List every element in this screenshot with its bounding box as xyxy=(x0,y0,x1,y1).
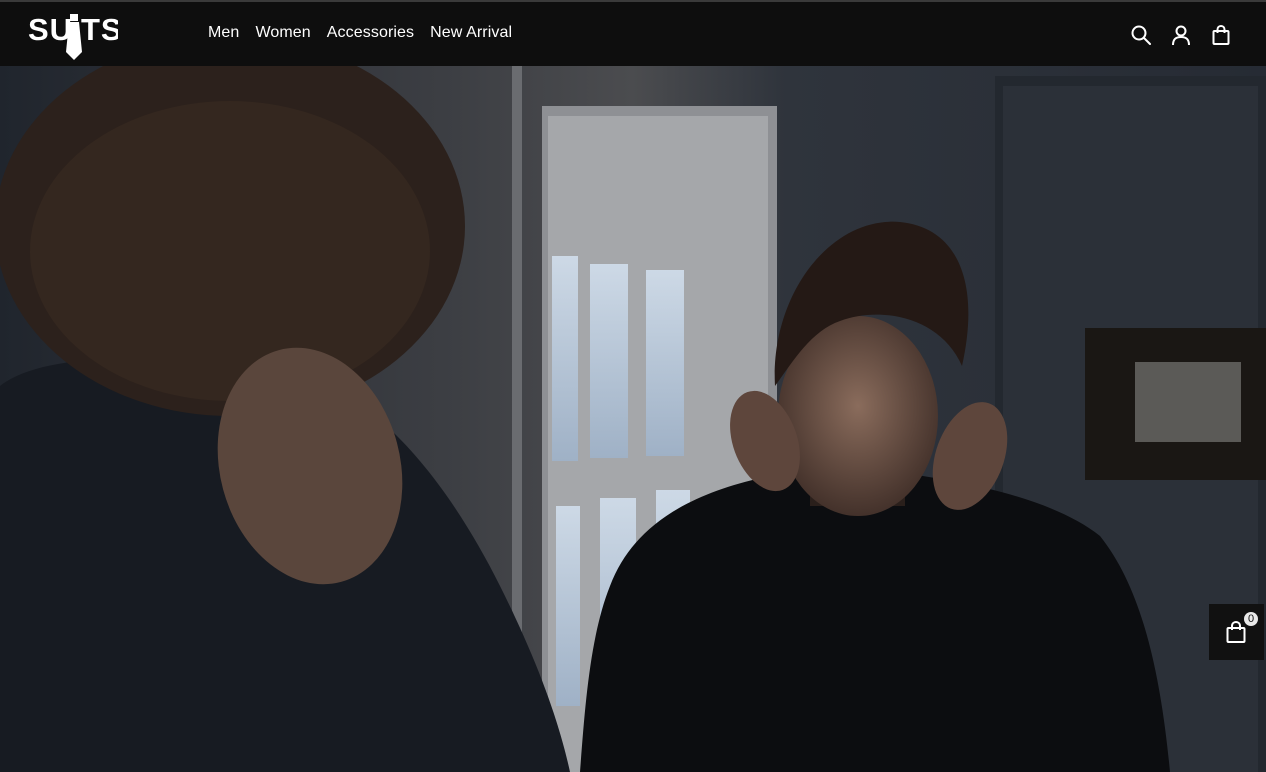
cart-count-badge: 0 xyxy=(1244,612,1258,626)
brand-logo[interactable]: SU TS xyxy=(28,10,118,62)
nav-item-women[interactable]: Women xyxy=(255,22,310,44)
nav-item-new-arrival[interactable]: New Arrival xyxy=(430,22,512,44)
nav-item-men[interactable]: Men xyxy=(208,22,239,44)
search-icon[interactable] xyxy=(1130,24,1152,46)
hero-image xyxy=(0,66,1266,772)
user-icon[interactable] xyxy=(1170,24,1192,46)
nav-item-accessories[interactable]: Accessories xyxy=(327,22,414,44)
header-icons xyxy=(1130,24,1232,46)
svg-text:TS: TS xyxy=(81,12,118,47)
shopping-bag-icon[interactable] xyxy=(1210,24,1232,46)
main-nav: Men Women Accessories New Arrival xyxy=(208,22,528,44)
site-header: SU TS Men Women Accessories New Arrival xyxy=(0,0,1266,66)
floating-cart-button[interactable]: 0 xyxy=(1209,604,1264,660)
page: SU TS Men Women Accessories New Arrival xyxy=(0,0,1266,772)
svg-text:SU: SU xyxy=(28,12,73,47)
shopping-bag-icon xyxy=(1225,620,1247,649)
